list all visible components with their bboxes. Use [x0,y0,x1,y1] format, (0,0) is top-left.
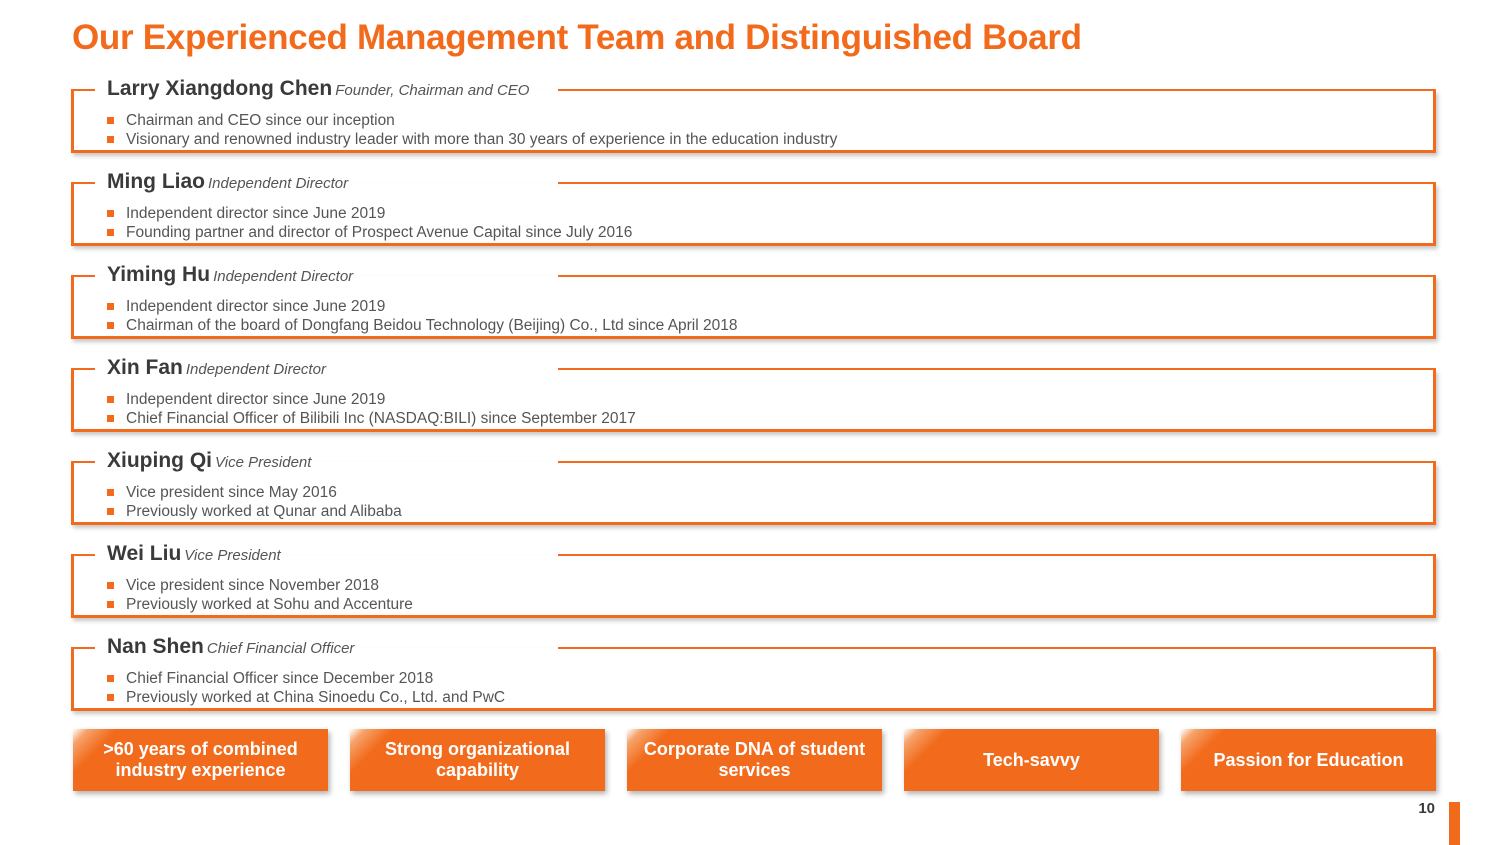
bullet-item: Chief Financial Officer since December 2… [107,669,505,688]
person-name: Xin Fan [107,356,183,379]
person-card: Xiuping Qi Vice President Vice president … [71,448,1436,541]
bullet-item: Chief Financial Officer of Bilibili Inc … [107,409,636,428]
bullet-item: Founding partner and director of Prospec… [107,223,632,242]
person-name: Yiming Hu [107,263,211,286]
square-bullet-icon [107,303,114,310]
square-bullet-icon [107,582,114,589]
square-bullet-icon [107,117,114,124]
bullet-item: Previously worked at Qunar and Alibaba [107,502,402,521]
person-card: Wei Liu Vice President Vice president sin… [71,541,1436,634]
square-bullet-icon [107,229,114,236]
bullet-item: Vice president since November 2018 [107,576,413,595]
person-role: Independent Director [213,268,354,285]
bullet-item: Independent director since June 2019 [107,297,738,316]
person-role: Vice President [184,547,281,564]
bullet-item: Independent director since June 2019 [107,390,636,409]
person-name: Wei Liu [107,542,182,565]
bullet-item: Chairman of the board of Dongfang Beidou… [107,316,738,335]
person-role: Independent Director [208,175,349,192]
people-list: Larry Xiangdong Chen Founder, Chairman an… [71,76,1436,727]
strength-box: Strong organizational capability [350,729,605,791]
square-bullet-icon [107,396,114,403]
strengths-row: >60 years of combined industry experienc… [73,729,1438,791]
square-bullet-icon [107,136,114,143]
person-name: Ming Liao [107,170,205,193]
square-bullet-icon [107,415,114,422]
bullet-item: Previously worked at Sohu and Accenture [107,595,413,614]
strength-box: Tech-savvy [904,729,1159,791]
strength-box: Corporate DNA of student services [627,729,882,791]
person-card: Ming Liao Independent Director Independen… [71,169,1436,262]
person-name: Larry Xiangdong Chen [107,77,333,100]
person-role: Independent Director [185,361,326,378]
person-role: Chief Financial Officer [206,640,355,657]
page-accent-bar [1449,802,1460,845]
person-card: Larry Xiangdong Chen Founder, Chairman an… [71,76,1436,169]
person-role: Vice President [215,454,312,471]
person-role: Founder, Chairman and CEO [335,82,530,99]
square-bullet-icon [107,675,114,682]
strength-box: Passion for Education [1181,729,1436,791]
bullet-item: Visionary and renowned industry leader w… [107,130,837,149]
page-number: 10 [1418,800,1435,817]
strength-box: >60 years of combined industry experienc… [73,729,328,791]
person-name: Nan Shen [107,635,204,658]
square-bullet-icon [107,508,114,515]
square-bullet-icon [107,489,114,496]
square-bullet-icon [107,322,114,329]
bullet-item: Independent director since June 2019 [107,204,632,223]
person-card: Yiming Hu Independent Director Independen… [71,262,1436,355]
bullet-item: Previously worked at China Sinoedu Co., … [107,688,505,707]
bullet-item: Chairman and CEO since our inception [107,111,837,130]
person-card: Xin Fan Independent Director Independent … [71,355,1436,448]
person-name: Xiuping Qi [107,449,212,472]
page-title: Our Experienced Management Team and Dist… [72,18,1082,57]
bullet-item: Vice president since May 2016 [107,483,402,502]
person-card: Nan Shen Chief Financial Officer Chief Fi… [71,634,1436,727]
square-bullet-icon [107,601,114,608]
square-bullet-icon [107,210,114,217]
square-bullet-icon [107,694,114,701]
